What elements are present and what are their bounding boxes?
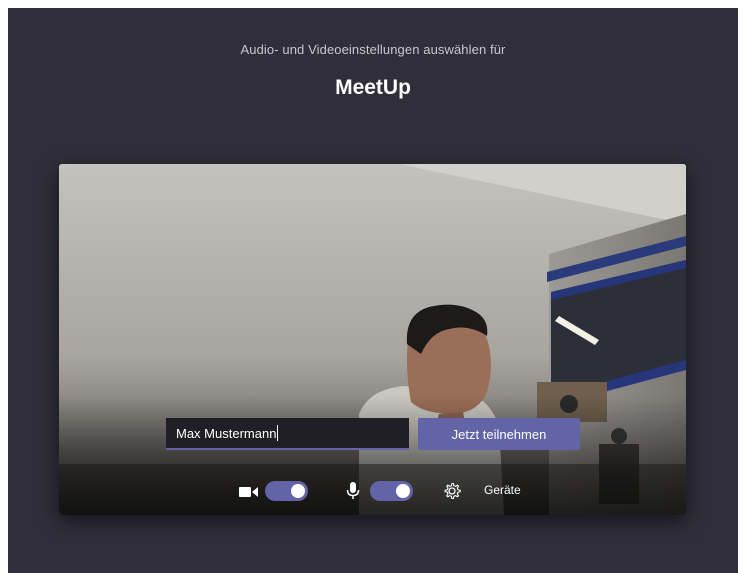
microphone-toggle-knob xyxy=(396,484,410,498)
meeting-title: MeetUp xyxy=(335,76,411,99)
camera-toggle-knob xyxy=(291,484,305,498)
device-controls: Geräte xyxy=(59,480,686,504)
microphone-icon[interactable] xyxy=(346,482,360,500)
text-caret xyxy=(277,425,279,441)
gear-icon[interactable] xyxy=(443,482,461,500)
devices-button[interactable]: Geräte xyxy=(484,483,521,497)
video-camera-icon[interactable] xyxy=(239,485,259,499)
join-now-button[interactable]: Jetzt teilnehmen xyxy=(418,418,580,450)
video-preview: Max Mustermann Jetzt teilnehmen Geräte xyxy=(59,164,686,515)
settings-subtitle: Audio- und Videoeinstellungen auswählen … xyxy=(240,42,506,57)
microphone-toggle[interactable] xyxy=(370,481,413,501)
display-name-value: Max Mustermann xyxy=(176,425,277,441)
display-name-input[interactable]: Max Mustermann xyxy=(166,418,409,450)
camera-toggle[interactable] xyxy=(265,481,308,501)
meeting-prejoin-screen: Audio- und Videoeinstellungen auswählen … xyxy=(8,8,738,573)
